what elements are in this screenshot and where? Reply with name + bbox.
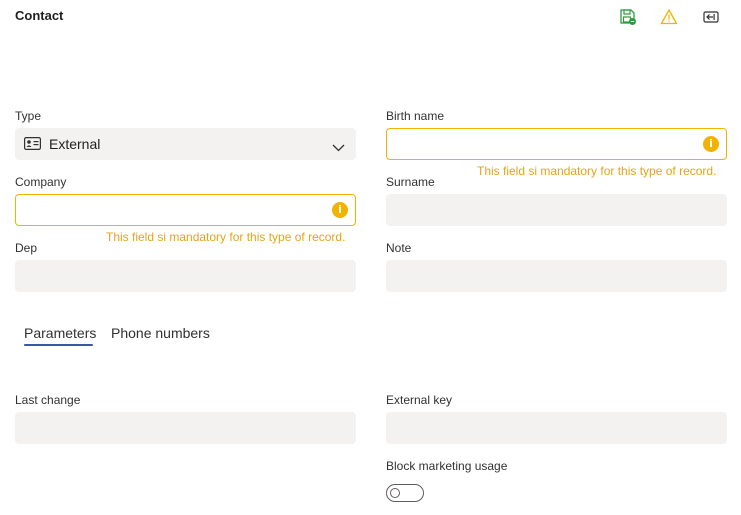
dep-label: Dep <box>15 241 38 255</box>
type-label: Type <box>15 109 42 123</box>
block-marketing-toggle[interactable] <box>386 484 424 502</box>
chevron-down-icon <box>332 139 345 157</box>
last-change-input[interactable] <box>15 412 356 444</box>
block-marketing-label: Block marketing usage <box>386 459 508 473</box>
tab-parameters[interactable]: Parameters <box>24 325 96 341</box>
external-key-label: External key <box>386 393 453 407</box>
info-warning-icon: i <box>332 202 348 218</box>
birth-name-label: Birth name <box>386 109 445 123</box>
save-icon[interactable] <box>617 6 639 28</box>
type-value: External <box>49 136 101 152</box>
surname-input[interactable] <box>386 194 727 226</box>
toggle-knob <box>390 488 400 498</box>
birth-name-warning: This field si mandatory for this type of… <box>477 164 717 178</box>
dep-input[interactable] <box>15 260 356 292</box>
info-warning-icon: i <box>703 136 719 152</box>
company-label: Company <box>15 175 67 189</box>
contact-card-icon <box>24 137 42 155</box>
note-input[interactable] <box>386 260 727 292</box>
note-label: Note <box>386 241 412 255</box>
exit-icon[interactable] <box>700 6 722 28</box>
active-tab-indicator <box>24 344 93 346</box>
company-warning: This field si mandatory for this type of… <box>106 230 346 244</box>
birth-name-input[interactable]: i <box>386 128 727 160</box>
warning-icon[interactable] <box>658 6 680 28</box>
last-change-label: Last change <box>15 393 81 407</box>
surname-label: Surname <box>386 175 435 189</box>
type-dropdown[interactable]: External <box>15 128 356 160</box>
page-title: Contact <box>15 8 64 23</box>
tab-phone-numbers[interactable]: Phone numbers <box>111 325 210 341</box>
external-key-input[interactable] <box>386 412 727 444</box>
company-input[interactable]: i <box>15 194 356 226</box>
